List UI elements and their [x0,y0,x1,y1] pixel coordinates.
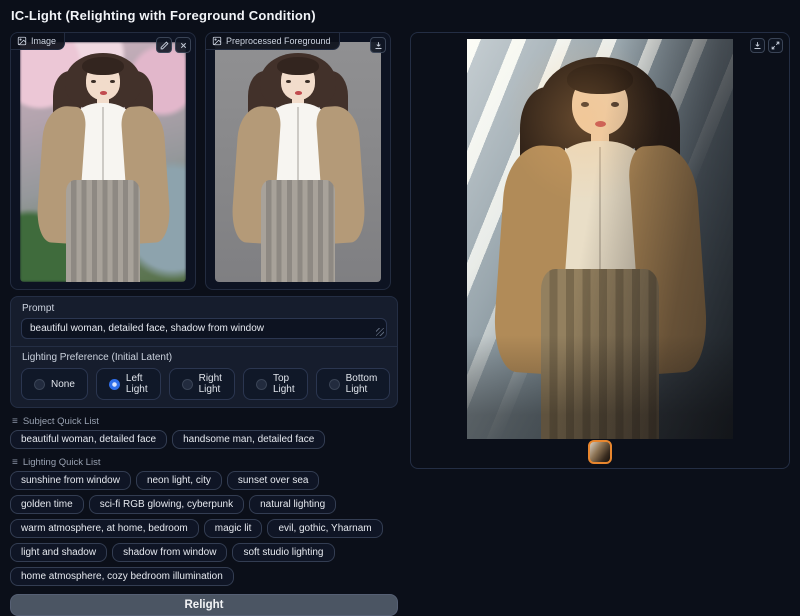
list-icon: ≡ [12,457,18,468]
radio-circle-icon [329,379,340,390]
lighting-quick-list-title: Lighting Quick List [23,457,101,468]
radio-top-light-label: Top Light [273,373,295,395]
close-icon [179,41,188,50]
shadow-overlay [467,39,733,439]
page-title: IC-Light (Relighting with Foreground Con… [11,8,790,23]
radio-right-light-label: Right Light [199,373,222,395]
list-icon: ≡ [12,416,18,427]
image-icon [212,36,222,46]
lighting-chip[interactable]: sunshine from window [10,471,131,490]
lighting-chip[interactable]: golden time [10,495,84,514]
radio-circle-icon [109,379,120,390]
download-result-button[interactable] [750,38,765,53]
download-icon [753,41,762,50]
radio-bottom-light[interactable]: Bottom Light [316,368,391,400]
settings-block: Prompt beautiful woman, detailed face, s… [10,296,398,408]
subject-quick-list-title: Subject Quick List [23,416,99,427]
radio-circle-icon [182,379,193,390]
lighting-chip[interactable]: light and shadow [10,543,107,562]
foreground-image-panel: Preprocessed Foreground [205,32,391,290]
fullscreen-icon [771,41,780,50]
gallery-thumbnails [411,440,789,464]
foreground-image[interactable] [215,42,381,282]
output-image[interactable] [467,39,733,439]
output-gallery-panel [410,32,790,469]
lighting-quick-list-header: ≡ Lighting Quick List [12,457,398,468]
prompt-input[interactable]: beautiful woman, detailed face, shadow f… [21,318,387,339]
gallery-thumbnail-selected[interactable] [588,440,612,464]
radio-circle-icon [34,379,45,390]
lighting-chip[interactable]: evil, gothic, Yharnam [267,519,382,538]
foreground-image-label: Preprocessed Foreground [206,33,340,50]
radio-right-light[interactable]: Right Light [169,368,235,400]
input-image-label: Image [11,33,65,50]
page: IC-Light (Relighting with Foreground Con… [0,0,800,616]
radio-left-light-label: Left Light [126,373,148,395]
lighting-chip[interactable]: magic lit [204,519,263,538]
relight-button[interactable]: Relight [10,594,398,616]
lighting-preference-group: None Left Light Right Light Top Light [21,368,387,400]
lighting-chip[interactable]: soft studio lighting [232,543,334,562]
lighting-chip[interactable]: sunset over sea [227,471,320,490]
radio-bottom-light-label: Bottom Light [346,373,378,395]
divider [11,346,397,347]
radio-circle-icon [256,379,267,390]
lighting-preference-label: Lighting Preference (Initial Latent) [22,352,387,363]
left-column: Image [10,32,398,616]
input-image[interactable] [20,42,186,282]
image-icon [17,36,27,46]
resize-handle-icon[interactable] [376,328,384,336]
edit-image-button[interactable] [156,37,172,53]
foreground-image-person [215,42,381,282]
input-image-panel: Image [10,32,196,290]
radio-left-light[interactable]: Left Light [96,368,161,400]
right-column [410,32,790,616]
lighting-quick-list: sunshine from window neon light, city su… [10,471,398,586]
input-image-person [20,42,186,282]
lighting-chip[interactable]: home atmosphere, cozy bedroom illuminati… [10,567,234,586]
subject-quick-list-header: ≡ Subject Quick List [12,416,398,427]
lighting-chip[interactable]: shadow from window [112,543,227,562]
download-icon [374,41,383,50]
foreground-image-label-text: Preprocessed Foreground [226,36,331,46]
subject-chip[interactable]: handsome man, detailed face [172,430,325,449]
prompt-label: Prompt [22,303,387,314]
download-foreground-button[interactable] [370,37,386,53]
lighting-chip[interactable]: warm atmosphere, at home, bedroom [10,519,199,538]
clear-image-button[interactable] [175,37,191,53]
lighting-chip[interactable]: natural lighting [249,495,336,514]
subject-quick-list: beautiful woman, detailed face handsome … [10,430,398,449]
fullscreen-button[interactable] [768,38,783,53]
radio-top-light[interactable]: Top Light [243,368,308,400]
lighting-chip[interactable]: neon light, city [136,471,222,490]
pencil-icon [160,41,169,50]
radio-none[interactable]: None [21,368,88,400]
input-image-label-text: Image [31,36,56,46]
lighting-chip[interactable]: sci-fi RGB glowing, cyberpunk [89,495,244,514]
subject-chip[interactable]: beautiful woman, detailed face [10,430,167,449]
radio-none-label: None [51,379,75,390]
